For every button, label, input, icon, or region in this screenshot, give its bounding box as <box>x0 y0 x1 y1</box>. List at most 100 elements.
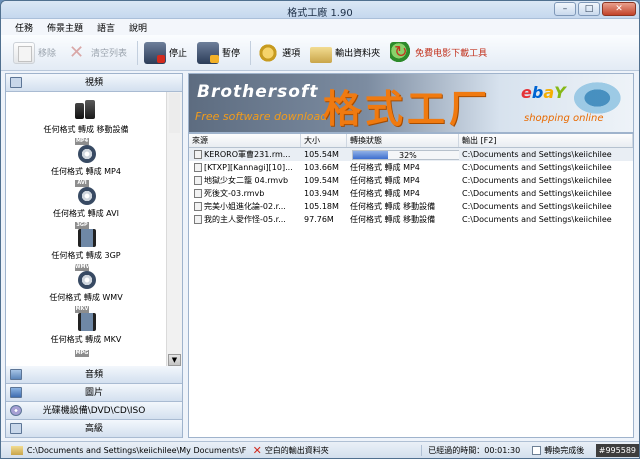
format-label: 任何格式 轉成 移動設備 <box>43 125 129 134</box>
row-size: 103.94M <box>304 189 339 198</box>
document-icon <box>13 41 35 64</box>
scroll-down-icon[interactable]: ▼ <box>168 354 181 366</box>
menu-bar: 任務 佈景主題 語言 說明 <box>1 19 639 35</box>
category-video-label: 視頻 <box>84 78 103 88</box>
stop-label: 停止 <box>169 49 188 59</box>
format-label: 任何格式 轉成 AVI <box>53 209 119 218</box>
format-label: 任何格式 轉成 MKV <box>50 335 122 344</box>
folder-icon <box>310 46 333 63</box>
category-audio-label: 音頻 <box>84 370 103 380</box>
row-source: 我的主人愛作怪-05.r... <box>204 215 286 224</box>
free-download-link[interactable]: 免費电影下載工具 <box>390 39 487 67</box>
file-icon <box>194 189 202 198</box>
format-item-wmv[interactable]: WMV 任何格式 轉成 WMV <box>6 264 166 303</box>
row-status: 任何格式 轉成 MP4 <box>350 176 420 185</box>
category-rom[interactable]: 光碟機設備\DVD\CD\ISO <box>6 402 182 420</box>
row-size: 105.54M <box>304 150 339 159</box>
row-output: C:\Documents and Settings\keiichilee <box>462 150 612 159</box>
column-output[interactable]: 輸出 [F2] <box>459 134 633 147</box>
folder-icon[interactable] <box>11 445 23 455</box>
video-list-scrollbar[interactable]: ▼ <box>166 92 182 366</box>
output-path[interactable]: C:\Documents and Settings\keiichilee\My … <box>27 446 247 455</box>
table-row[interactable]: 完美小姐進化論-02.r... 105.18M 任何格式 轉成 移動設備 C:\… <box>189 200 633 213</box>
banner-title: 格式工厂 <box>323 87 492 131</box>
watermark: #995589 <box>595 443 639 457</box>
format-item-3gp[interactable]: 3GP 任何格式 轉成 3GP <box>6 222 166 261</box>
ebay-logo: ebaY <box>521 83 566 102</box>
window-title: 格式工廠 1.90 <box>287 8 353 19</box>
row-source: 死後文-03.rmvb <box>204 189 265 198</box>
table-row[interactable]: 死後文-03.rmvb 103.94M 任何格式 轉成 MP4 C:\Docum… <box>189 187 633 200</box>
maximize-button[interactable]: □ <box>578 2 600 16</box>
menu-help[interactable]: 說明 <box>129 21 147 34</box>
minimize-button[interactable]: – <box>554 2 576 16</box>
brothersoft-tagline: Free software download <box>195 110 328 123</box>
category-video[interactable]: 視頻 <box>6 74 182 92</box>
remove-label: 移除 <box>38 49 57 59</box>
row-size: 97.76M <box>304 215 334 224</box>
options-label: 選項 <box>282 49 301 59</box>
format-item-avi[interactable]: AVI 任何格式 轉成 AVI <box>6 180 166 219</box>
music-icon <box>10 369 22 380</box>
column-source[interactable]: 來源 <box>189 134 301 147</box>
table-row[interactable]: 我的主人愛作怪-05.r... 97.76M 任何格式 轉成 移動設備 C:\D… <box>189 213 633 226</box>
avi-icon: AVI <box>75 180 97 206</box>
close-button[interactable]: ✕ <box>602 2 636 16</box>
row-source: 地獄少女二籠 04.rmvb <box>204 176 289 185</box>
window-controls: – □ ✕ <box>554 2 636 16</box>
row-source: KERORO軍曹231.rm... <box>204 150 291 159</box>
format-item-mpg[interactable]: MPG <box>6 350 166 366</box>
column-status[interactable]: 轉換狀態 <box>347 134 459 147</box>
refresh-globe-icon <box>390 41 413 64</box>
row-output: C:\Documents and Settings\keiichilee <box>462 202 612 211</box>
toolbar: 移除 清空列表 停止 暫停 選項 輸出資料夾 免費电影下載工具 <box>1 35 639 71</box>
category-audio[interactable]: 音頻 <box>6 366 182 384</box>
category-picture-label: 圖片 <box>84 388 103 398</box>
row-output: C:\Documents and Settings\keiichilee <box>462 215 612 224</box>
remove-button[interactable]: 移除 <box>13 39 56 67</box>
brothersoft-logo: Brothersoft <box>197 82 319 102</box>
after-done-label: 轉換完成後 <box>544 445 585 455</box>
pause-button[interactable]: 暫停 <box>197 39 240 67</box>
table-row[interactable]: KERORO軍曹231.rm... 105.54M 32% C:\Documen… <box>189 148 633 161</box>
clear-icon <box>66 42 88 64</box>
row-status: 任何格式 轉成 MP4 <box>350 189 420 198</box>
stop-button[interactable]: 停止 <box>144 39 187 67</box>
format-item-mkv[interactable]: MKV 任何格式 轉成 MKV <box>6 306 166 345</box>
task-table: 來源 大小 轉換狀態 輸出 [F2] KERORO軍曹231.rm... 105… <box>188 133 634 438</box>
table-header: 來源 大小 轉換狀態 輸出 [F2] <box>189 134 633 148</box>
app-window: 格式工廠 1.90 – □ ✕ 任務 佈景主題 語言 說明 移除 清空列表 停止… <box>0 0 640 459</box>
ad-banner[interactable]: Brothersoft Free software download 格式工厂 … <box>188 73 634 133</box>
format-label: 任何格式 轉成 3GP <box>51 251 121 260</box>
category-picture[interactable]: 圖片 <box>6 384 182 402</box>
menu-language[interactable]: 語言 <box>97 21 115 34</box>
row-status: 任何格式 轉成 MP4 <box>350 163 420 172</box>
disc-icon <box>10 405 22 416</box>
clear-list-button[interactable]: 清空列表 <box>66 39 127 67</box>
output-folder-button[interactable]: 輸出資料夾 <box>310 39 380 67</box>
category-advanced[interactable]: 高級 <box>6 420 182 438</box>
file-icon <box>194 150 202 159</box>
gear-icon <box>257 41 280 64</box>
video-icon <box>10 77 22 88</box>
column-size[interactable]: 大小 <box>301 134 347 147</box>
row-size: 103.66M <box>304 163 339 172</box>
after-done-checkbox[interactable] <box>532 445 542 455</box>
empty-output-folder-button[interactable]: 空白的輸出資料夾 <box>265 445 413 456</box>
3gp-icon: 3GP <box>75 222 97 248</box>
title-bar: 格式工廠 1.90 – □ ✕ <box>1 1 639 19</box>
format-label: 任何格式 轉成 WMV <box>49 293 123 302</box>
close-icon[interactable]: ✕ <box>253 444 262 457</box>
options-button[interactable]: 選項 <box>257 39 300 67</box>
table-row[interactable]: [KTXP][Kannagi][10]... 103.66M 任何格式 轉成 M… <box>189 161 633 174</box>
menu-theme[interactable]: 佈景主題 <box>47 21 83 34</box>
video-format-list: 任何格式 轉成 移動設備 MP4 任何格式 轉成 MP4 AVI 任何格式 轉成… <box>6 92 182 366</box>
category-panel: 視頻 任何格式 轉成 移動設備 MP4 任何格式 轉成 MP4 AVI 任何格式… <box>5 73 183 438</box>
scrollbar-thumb[interactable] <box>169 93 180 133</box>
menu-tasks[interactable]: 任務 <box>15 21 33 34</box>
format-item-mp4[interactable]: MP4 任何格式 轉成 MP4 <box>6 138 166 177</box>
format-item-mobile[interactable]: 任何格式 轉成 移動設備 <box>6 96 166 135</box>
row-status: 任何格式 轉成 移動設備 <box>350 202 436 211</box>
row-source: [KTXP][Kannagi][10]... <box>204 163 293 172</box>
table-row[interactable]: 地獄少女二籠 04.rmvb 109.54M 任何格式 轉成 MP4 C:\Do… <box>189 174 633 187</box>
